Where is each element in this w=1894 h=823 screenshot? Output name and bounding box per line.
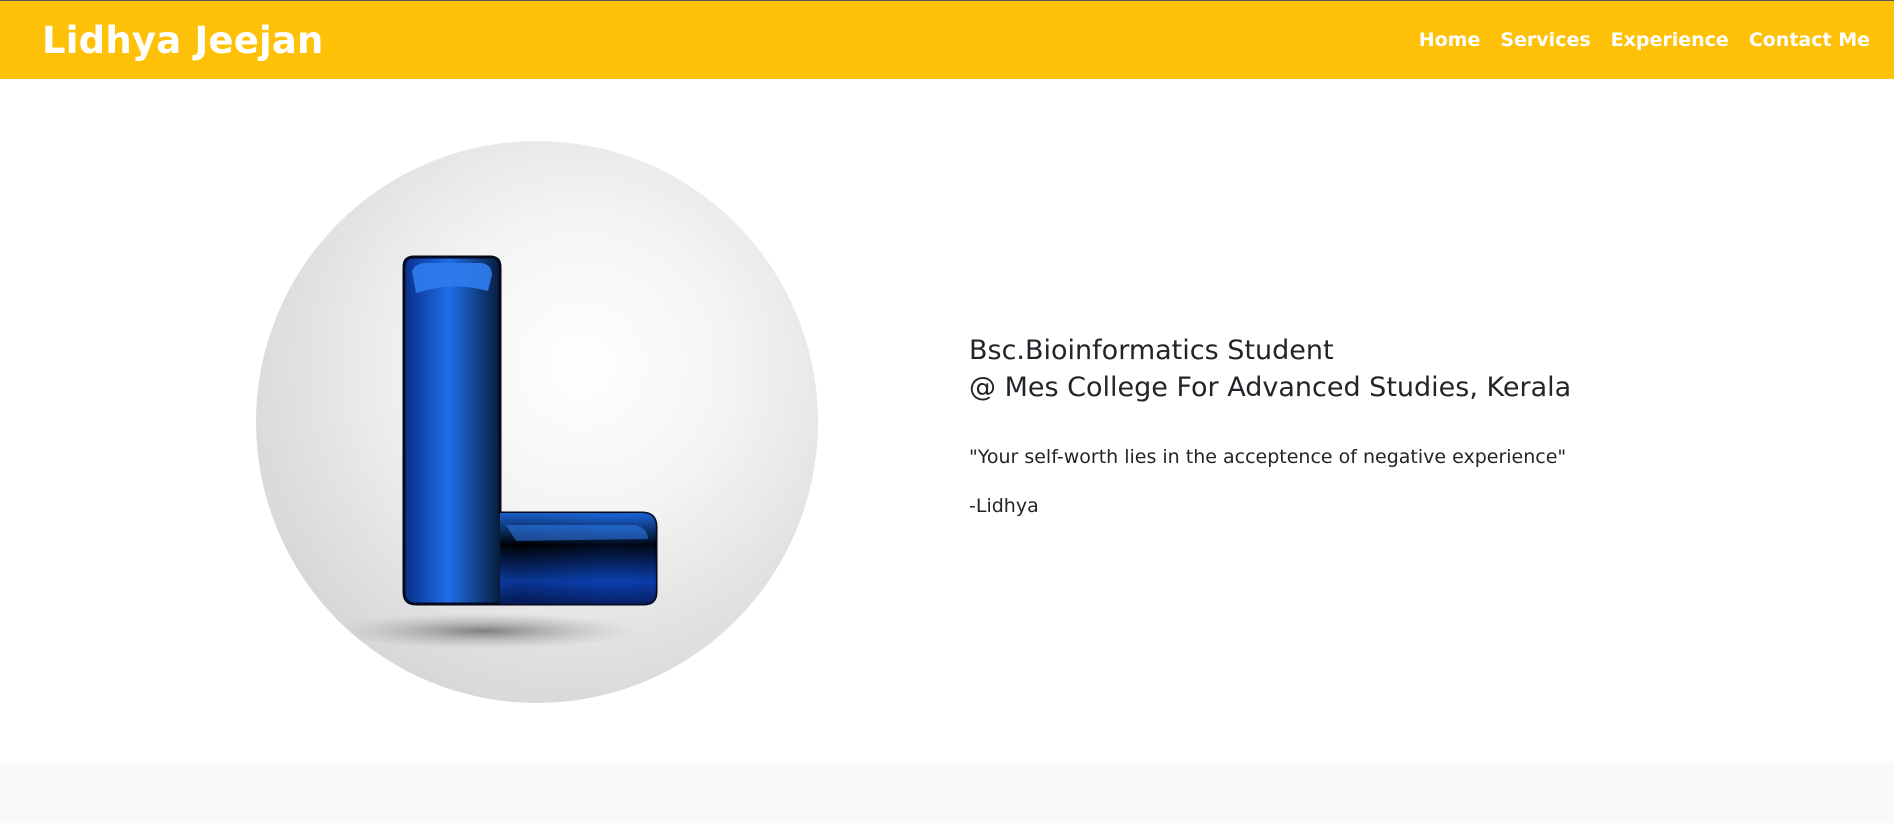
quote-signature: -Lidhya xyxy=(969,495,1039,517)
headline-college: @ Mes College For Advanced Studies, Kera… xyxy=(969,372,1572,403)
nav-experience-link[interactable]: Experience xyxy=(1611,29,1729,51)
quote-text: "Your self-worth lies in the acceptence … xyxy=(969,446,1567,468)
letter-l-logo-icon xyxy=(334,255,658,649)
intro-block: Bsc.Bioinformatics Student @ Mes College… xyxy=(969,332,1669,517)
main-nav: Home Services Experience Contact Me xyxy=(1419,29,1870,51)
nav-contact-link[interactable]: Contact Me xyxy=(1749,29,1870,51)
next-section-band xyxy=(0,763,1894,823)
navbar: Lidhya Jeejan Home Services Experience C… xyxy=(0,0,1894,79)
headline-role: Bsc.Bioinformatics Student xyxy=(969,335,1334,366)
nav-home-link[interactable]: Home xyxy=(1419,29,1481,51)
profile-avatar xyxy=(256,141,818,703)
brand-title[interactable]: Lidhya Jeejan xyxy=(42,19,324,62)
headline: Bsc.Bioinformatics Student @ Mes College… xyxy=(969,332,1669,406)
nav-services-link[interactable]: Services xyxy=(1500,29,1590,51)
hero-section: Bsc.Bioinformatics Student @ Mes College… xyxy=(0,79,1894,763)
